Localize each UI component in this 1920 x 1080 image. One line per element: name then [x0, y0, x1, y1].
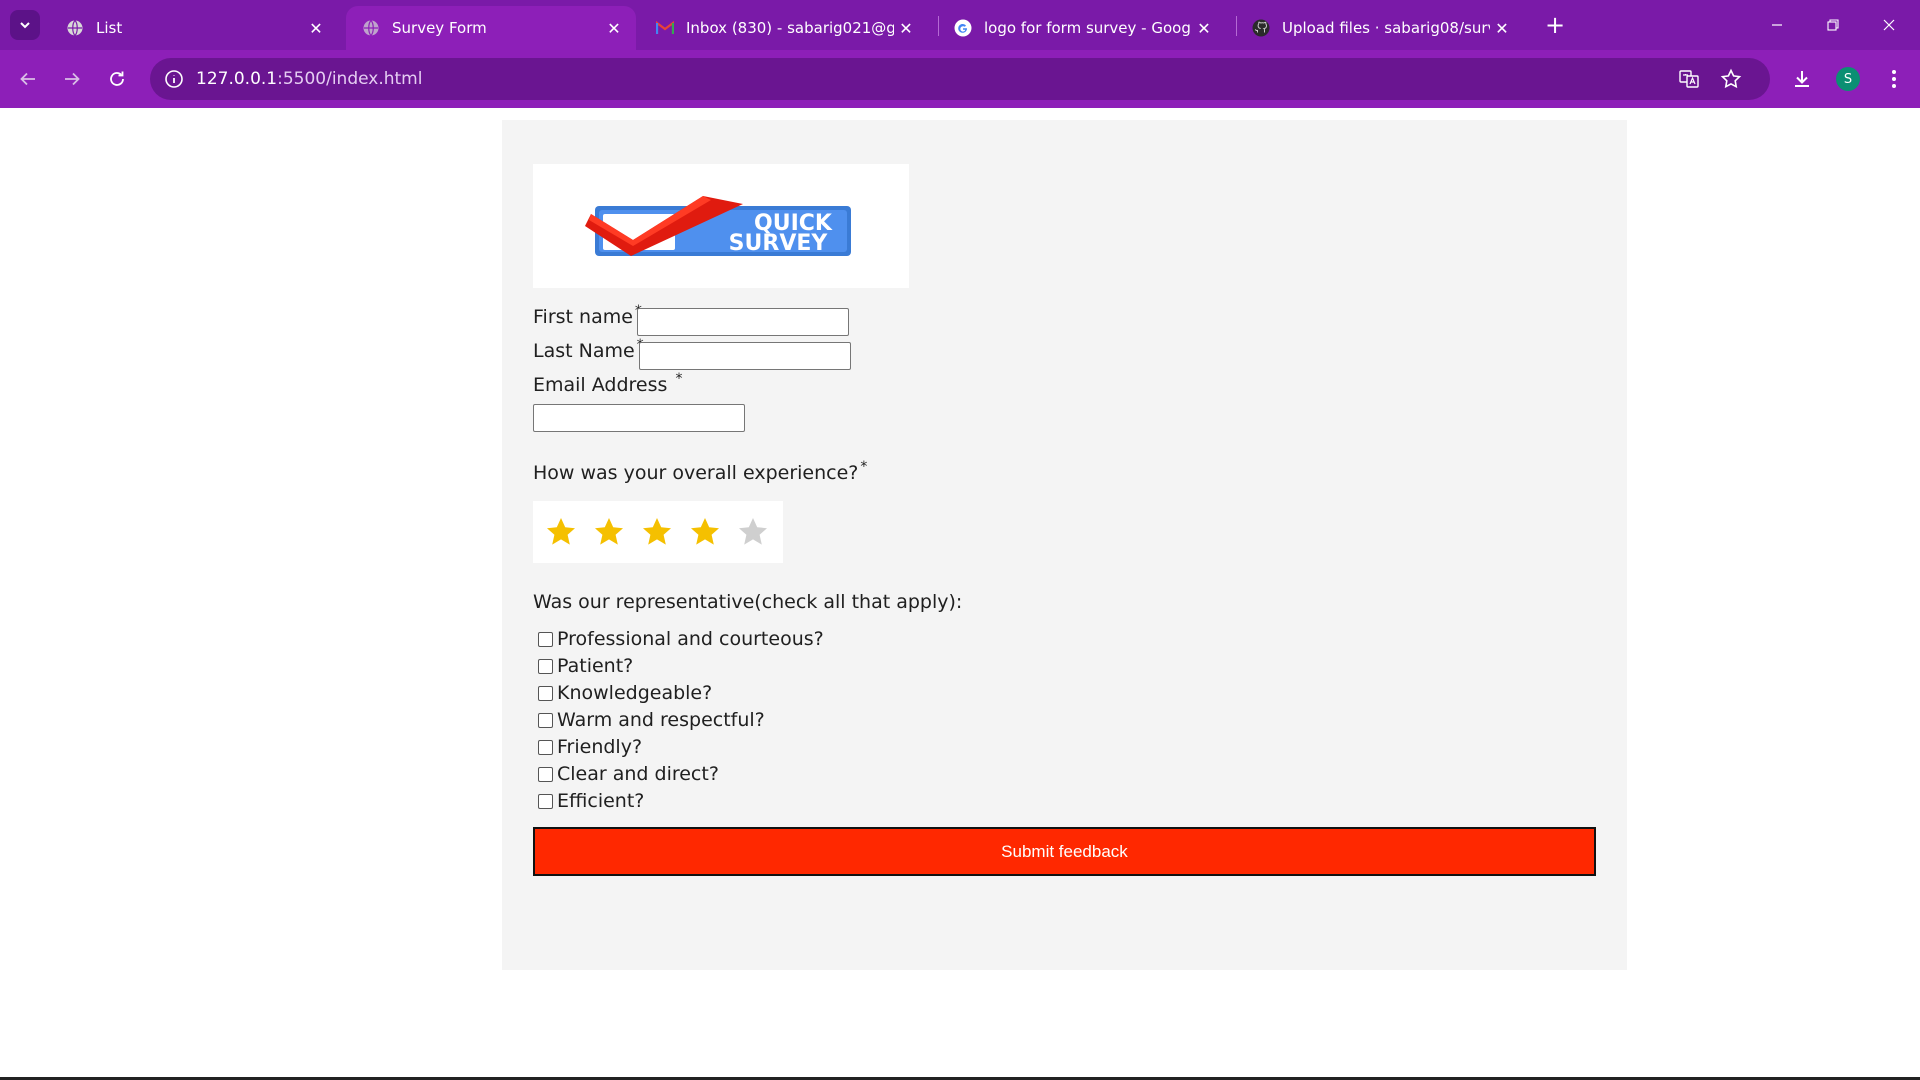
close-icon[interactable]: ✕	[602, 16, 626, 40]
quick-survey-logo: QUICK SURVEY	[533, 164, 909, 288]
tab-search-button[interactable]	[10, 10, 40, 40]
tab-title: Survey Form	[392, 19, 487, 37]
close-icon[interactable]: ✕	[1490, 16, 1514, 40]
experience-question-text: How was your overall experience?	[533, 462, 859, 484]
checkbox-option[interactable]: Knowledgeable?	[538, 682, 712, 704]
google-icon	[954, 19, 972, 37]
star-filled-icon[interactable]	[687, 514, 723, 550]
close-icon	[1883, 19, 1895, 31]
tab-github[interactable]: Upload files · sabarig08/survey-form ✕	[1236, 6, 1524, 50]
first-name-label: First name*	[533, 303, 642, 328]
tab-title: List	[96, 19, 123, 37]
checkbox-option[interactable]: Professional and courteous?	[538, 628, 824, 650]
first-name-input[interactable]	[637, 308, 849, 336]
tab-gmail[interactable]: Inbox (830) - sabarig021@gmail.com ✕	[640, 6, 928, 50]
checkbox[interactable]	[538, 658, 553, 674]
menu-button[interactable]	[1880, 65, 1908, 93]
forward-button[interactable]	[56, 63, 88, 95]
checkbox[interactable]	[538, 766, 553, 782]
url-text[interactable]: 127.0.0.1:5500/index.html	[196, 69, 422, 89]
tab-strip: List ✕ Survey Form ✕ Inbox (830) - sabar…	[0, 0, 1920, 50]
page-viewport: QUICK SURVEY First name* Last Name* Emai…	[0, 108, 1920, 1078]
close-icon[interactable]: ✕	[1192, 16, 1216, 40]
last-name-label: Last Name*	[533, 337, 644, 362]
required-mark: *	[675, 371, 683, 387]
checkbox-label: Knowledgeable?	[557, 682, 713, 704]
checkbox-option[interactable]: Patient?	[538, 655, 633, 677]
checkbox-label: Clear and direct?	[557, 763, 719, 785]
checkbox-label: Patient?	[557, 655, 634, 677]
checkbox-option[interactable]: Efficient?	[538, 790, 644, 812]
restore-button[interactable]	[1810, 8, 1856, 42]
globe-icon	[66, 19, 84, 37]
survey-form: QUICK SURVEY First name* Last Name* Emai…	[502, 120, 1627, 970]
experience-question: How was your overall experience? *	[533, 459, 868, 484]
restore-icon	[1827, 19, 1839, 31]
checkbox[interactable]	[538, 739, 553, 755]
checkbox-option[interactable]: Clear and direct?	[538, 763, 719, 785]
tab-google-search[interactable]: logo for form survey - Google Search ✕	[938, 6, 1226, 50]
star-rating[interactable]	[533, 501, 783, 563]
site-info-icon[interactable]	[162, 67, 186, 91]
first-name-label-text: First name	[533, 306, 633, 328]
star-empty-icon[interactable]	[735, 514, 771, 550]
address-bar[interactable]: 127.0.0.1:5500/index.html	[150, 58, 1770, 100]
logo-text-survey: SURVEY	[729, 231, 829, 256]
star-filled-icon[interactable]	[639, 514, 675, 550]
url-host: 127.0.0.1	[196, 69, 278, 89]
bookmark-star-icon[interactable]	[1719, 67, 1743, 91]
checkbox-label: Warm and respectful?	[557, 709, 765, 731]
tab-survey-form[interactable]: Survey Form ✕	[346, 6, 636, 50]
back-arrow-icon	[20, 72, 35, 86]
reload-button[interactable]	[101, 63, 133, 95]
email-input[interactable]	[533, 404, 745, 432]
minimize-icon	[1772, 24, 1782, 26]
downloads-button[interactable]	[1788, 65, 1816, 93]
tab-title: Inbox (830) - sabarig021@gmail.com	[686, 19, 894, 37]
checkbox-option[interactable]: Friendly?	[538, 736, 642, 758]
representative-question: Was our representative(check all that ap…	[533, 591, 963, 613]
forward-arrow-icon	[65, 72, 80, 86]
reload-icon	[110, 71, 124, 86]
last-name-label-text: Last Name	[533, 340, 635, 362]
back-button[interactable]	[12, 63, 44, 95]
browser-toolbar: 127.0.0.1:5500/index.html S	[0, 50, 1920, 108]
last-name-input[interactable]	[639, 342, 851, 370]
checkbox-label: Professional and courteous?	[557, 628, 824, 650]
submit-feedback-button[interactable]: Submit feedback	[533, 827, 1596, 876]
star-filled-icon[interactable]	[543, 514, 579, 550]
checkbox[interactable]	[538, 631, 553, 647]
tab-list[interactable]: List ✕	[50, 6, 338, 50]
kebab-menu-icon	[1892, 70, 1896, 88]
profile-button[interactable]: S	[1834, 65, 1862, 93]
chevron-down-icon	[20, 22, 30, 29]
translate-icon[interactable]	[1677, 67, 1701, 91]
minimize-button[interactable]	[1754, 8, 1800, 42]
gmail-icon	[656, 19, 674, 37]
github-icon	[1252, 19, 1270, 37]
close-window-button[interactable]	[1866, 8, 1912, 42]
email-label: Email Address *	[533, 371, 683, 396]
globe-icon	[362, 19, 380, 37]
tab-title: Upload files · sabarig08/survey-form	[1282, 19, 1490, 37]
checkbox-label: Friendly?	[557, 736, 643, 758]
star-filled-icon[interactable]	[591, 514, 627, 550]
download-icon	[1795, 71, 1809, 87]
email-label-text: Email Address	[533, 374, 668, 396]
new-tab-button[interactable]: +	[1540, 11, 1570, 39]
tab-title: logo for form survey - Google Search	[984, 19, 1192, 37]
required-mark: *	[860, 459, 868, 475]
avatar: S	[1836, 67, 1860, 91]
checkbox[interactable]	[538, 712, 553, 728]
checkbox[interactable]	[538, 793, 553, 809]
checkbox-option[interactable]: Warm and respectful?	[538, 709, 765, 731]
close-icon[interactable]: ✕	[894, 16, 918, 40]
checkbox[interactable]	[538, 685, 553, 701]
close-icon[interactable]: ✕	[304, 16, 328, 40]
checkbox-label: Efficient?	[557, 790, 645, 812]
url-path: :5500/index.html	[277, 69, 423, 89]
